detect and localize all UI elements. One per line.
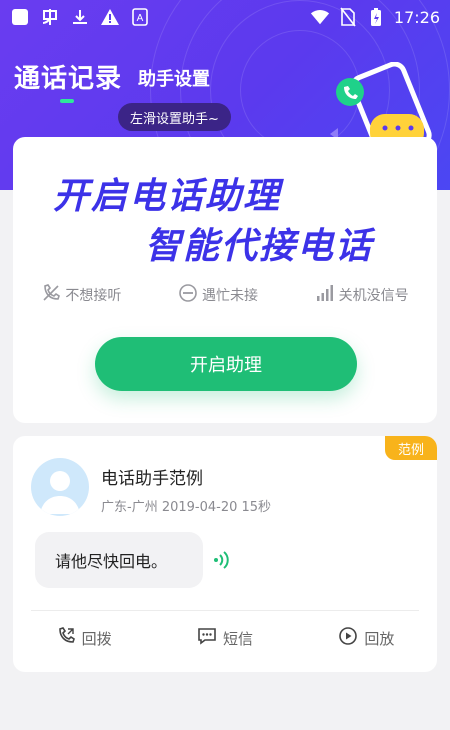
feature-label: 遇忙未接 [201, 288, 258, 304]
sample-badge: 范例 [385, 436, 437, 460]
busy-icon [178, 283, 198, 307]
sms-label: 短信 [222, 629, 253, 648]
top-tabs: 通话记录 助手设置 [14, 58, 210, 95]
avatar [31, 458, 89, 516]
feature-item: 遇忙未接 [178, 283, 258, 307]
call-actions: 回拨 短信 回放 [13, 626, 437, 650]
signal-bars-icon [315, 283, 335, 307]
app-icon [40, 7, 60, 27]
sample-call-card[interactable]: 范例 电话助手范例 广东-广州 2019-04-20 15秒 请他尽快回电。 回… [13, 436, 437, 672]
tab-assistant-settings[interactable]: 助手设置 [138, 65, 210, 95]
no-sim-icon [338, 7, 358, 27]
feature-item: 不想接听 [41, 283, 121, 307]
battery-charging-icon [366, 7, 386, 27]
tab-indicator [60, 99, 74, 103]
promo-title-line2: 智能代接电话 [145, 226, 374, 267]
promo-title-line1: 开启电话助理 [53, 176, 282, 217]
wifi-icon [310, 7, 330, 27]
playback-label: 回放 [364, 629, 395, 648]
square-icon [10, 7, 30, 27]
assistant-promo-card: 开启电话助理 智能代接电话 不想接听 遇忙未接 关机没信号 开启助理 [13, 137, 437, 423]
message-icon [197, 626, 217, 650]
warning-icon [100, 7, 120, 27]
caller-name: 电话助手范例 [101, 469, 203, 489]
playback-button[interactable]: 回放 [338, 626, 394, 650]
callback-button[interactable]: 回拨 [56, 626, 112, 650]
sms-button[interactable]: 短信 [197, 626, 253, 650]
feature-list: 不想接听 遇忙未接 关机没信号 [13, 283, 437, 307]
svg-text:A: A [137, 13, 144, 24]
caller-meta: 广东-广州 2019-04-20 15秒 [101, 500, 272, 515]
phone-callback-icon [56, 626, 76, 650]
message-bubble: 请他尽快回电。 [35, 532, 203, 588]
no-call-icon [41, 283, 61, 307]
feature-item: 关机没信号 [315, 283, 409, 307]
swipe-tooltip: 左滑设置助手~ [118, 103, 231, 131]
callback-label: 回拨 [81, 629, 112, 648]
voice-wave-icon[interactable] [213, 550, 231, 570]
a-box-icon: A [130, 7, 150, 27]
tab-call-records[interactable]: 通话记录 [14, 58, 122, 95]
download-icon [70, 7, 90, 27]
enable-assistant-button[interactable]: 开启助理 [95, 337, 357, 391]
message-text: 请他尽快回电。 [55, 552, 168, 571]
status-bar: A 17:26 [0, 0, 450, 34]
feature-label: 关机没信号 [338, 288, 409, 304]
divider [31, 610, 419, 611]
play-icon [338, 626, 358, 650]
feature-label: 不想接听 [65, 288, 122, 304]
status-time: 17:26 [393, 7, 440, 27]
